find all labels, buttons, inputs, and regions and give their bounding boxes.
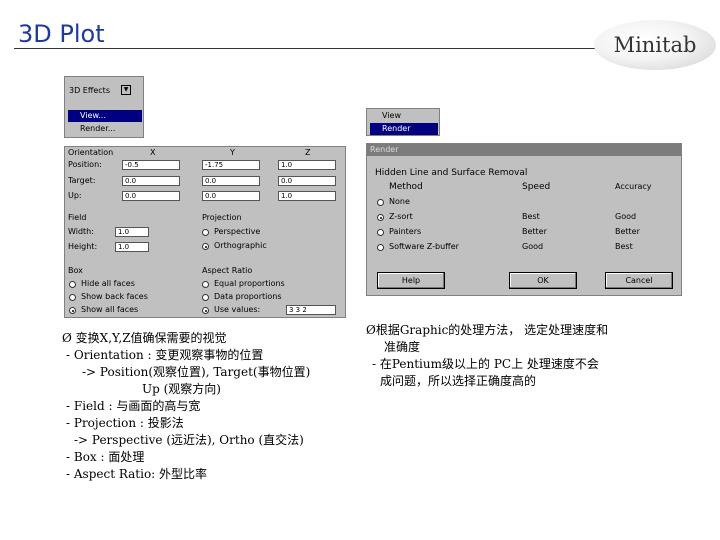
- menu-item-view[interactable]: View...: [68, 110, 142, 122]
- hide-all-faces-radio[interactable]: [69, 281, 76, 288]
- method-header: Method: [389, 182, 423, 192]
- render-dialog-title: Render: [370, 145, 399, 154]
- use-values-radio[interactable]: [202, 307, 209, 314]
- effects-menu-button[interactable]: 3D Effects: [69, 86, 110, 96]
- menu-item-view[interactable]: View: [370, 110, 438, 122]
- hidden-line-group-label: Hidden Line and Surface Removal: [375, 168, 528, 178]
- zsort-accuracy: Good: [615, 212, 637, 221]
- method-none-label: None: [389, 197, 410, 206]
- note-line: - Box : 面处理: [66, 450, 145, 464]
- menu-item-render[interactable]: Render: [370, 123, 438, 135]
- painters-speed: Better: [522, 227, 547, 236]
- data-proportions-radio[interactable]: [202, 294, 209, 301]
- equal-proportions-label: Equal proportions: [214, 279, 285, 288]
- orthographic-radio[interactable]: [202, 243, 209, 250]
- show-all-faces-radio[interactable]: [69, 307, 76, 314]
- method-zsort-label: Z-sort: [389, 212, 413, 221]
- up-y-field[interactable]: 0.0: [202, 191, 260, 201]
- painters-accuracy: Better: [615, 227, 640, 236]
- effects-menu-panel: 3D Effects ▼ View... Render...: [64, 76, 144, 138]
- note-line: - Orientation : 变更观察事物的位置: [66, 348, 264, 362]
- perspective-label: Perspective: [214, 227, 261, 236]
- help-button[interactable]: Help: [377, 272, 445, 289]
- equal-proportions-radio[interactable]: [202, 281, 209, 288]
- aspect-ratio-heading: Aspect Ratio: [202, 266, 253, 275]
- height-label: Height:: [68, 242, 98, 251]
- method-none-radio[interactable]: [377, 199, 384, 206]
- right-notes: Ø根据Graphic的处理方法， 选定处理速度和 准确度 - 在Pentium级…: [366, 322, 608, 390]
- method-zbuffer-radio[interactable]: [377, 244, 384, 251]
- menu-item-render[interactable]: Render...: [68, 123, 142, 135]
- zsort-speed: Best: [522, 212, 540, 221]
- speed-header: Speed: [522, 182, 551, 192]
- method-zbuffer-label: Software Z-buffer: [389, 242, 459, 251]
- title-divider: [14, 48, 612, 49]
- projection-heading: Projection: [202, 213, 242, 222]
- note-line: - Aspect Ratio: 外型比率: [66, 467, 208, 481]
- width-label: Width:: [68, 227, 94, 236]
- target-x-field[interactable]: 0.0: [122, 176, 180, 186]
- position-z-field[interactable]: 1.0: [278, 160, 336, 170]
- width-field[interactable]: 1.0: [115, 227, 149, 237]
- method-zsort-radio[interactable]: [377, 214, 384, 221]
- target-label: Target:: [68, 176, 96, 185]
- method-painters-radio[interactable]: [377, 229, 384, 236]
- target-y-field[interactable]: 0.0: [202, 176, 260, 186]
- up-z-field[interactable]: 1.0: [278, 191, 336, 201]
- data-proportions-label: Data proportions: [214, 292, 282, 301]
- up-label: Up:: [68, 191, 82, 200]
- view-render-menu: View Render: [366, 108, 440, 136]
- perspective-radio[interactable]: [202, 229, 209, 236]
- note-line: Ø根据Graphic的处理方法， 选定处理速度和: [366, 323, 609, 337]
- note-line: -> Position(观察位置), Target(事物位置): [82, 365, 311, 379]
- field-heading: Field: [68, 213, 87, 222]
- cancel-button[interactable]: Cancel: [605, 272, 673, 289]
- hide-all-faces-label: Hide all faces: [81, 279, 135, 288]
- view-dialog: Orientation X Y Z Position: -0.5 -1.75 1…: [64, 146, 346, 318]
- method-painters-label: Painters: [389, 227, 422, 236]
- note-line: - Field : 与画面的高与宽: [66, 399, 201, 413]
- zbuffer-speed: Good: [522, 242, 544, 251]
- accuracy-header: Accuracy: [615, 182, 652, 191]
- z-column-header: Z: [305, 148, 311, 157]
- render-dialog: Render Hidden Line and Surface Removal M…: [366, 143, 682, 296]
- note-line: - Projection : 投影法: [66, 416, 184, 430]
- aspect-values-field[interactable]: 3 3 2: [286, 305, 336, 315]
- slide-title: 3D Plot: [18, 20, 105, 48]
- height-field[interactable]: 1.0: [115, 242, 149, 252]
- render-title-bar: Render: [367, 144, 681, 156]
- chevron-down-icon[interactable]: ▼: [121, 85, 131, 95]
- box-heading: Box: [68, 266, 83, 275]
- show-back-faces-label: Show back faces: [81, 292, 148, 301]
- ok-button[interactable]: OK: [509, 272, 577, 289]
- orientation-heading: Orientation: [68, 148, 114, 157]
- position-y-field[interactable]: -1.75: [202, 160, 260, 170]
- show-back-faces-radio[interactable]: [69, 294, 76, 301]
- note-line: 准确度: [384, 340, 421, 354]
- position-x-field[interactable]: -0.5: [122, 160, 180, 170]
- note-line: Ø 变换X,Y,Z值确保需要的视觉: [62, 331, 227, 345]
- note-line: 成问题，所以选择正确度高的: [380, 374, 537, 388]
- note-line: -> Perspective (远近法), Ortho (直交法): [74, 433, 304, 447]
- orthographic-label: Orthographic: [214, 241, 267, 250]
- note-line: - 在Pentium级以上的 PC上 处理速度不会: [372, 357, 599, 371]
- up-x-field[interactable]: 0.0: [122, 191, 180, 201]
- x-column-header: X: [150, 148, 156, 157]
- show-all-faces-label: Show all faces: [81, 305, 139, 314]
- position-label: Position:: [68, 160, 102, 169]
- use-values-label: Use values:: [214, 305, 261, 314]
- y-column-header: Y: [230, 148, 235, 157]
- left-notes: Ø 变换X,Y,Z值确保需要的视觉 - Orientation : 变更观察事物…: [62, 330, 310, 483]
- zbuffer-accuracy: Best: [615, 242, 633, 251]
- note-line: Up (观察方向): [142, 382, 221, 396]
- target-z-field[interactable]: 0.0: [278, 176, 336, 186]
- logo-text: Minitab: [613, 33, 697, 57]
- minitab-logo: Minitab: [594, 20, 716, 70]
